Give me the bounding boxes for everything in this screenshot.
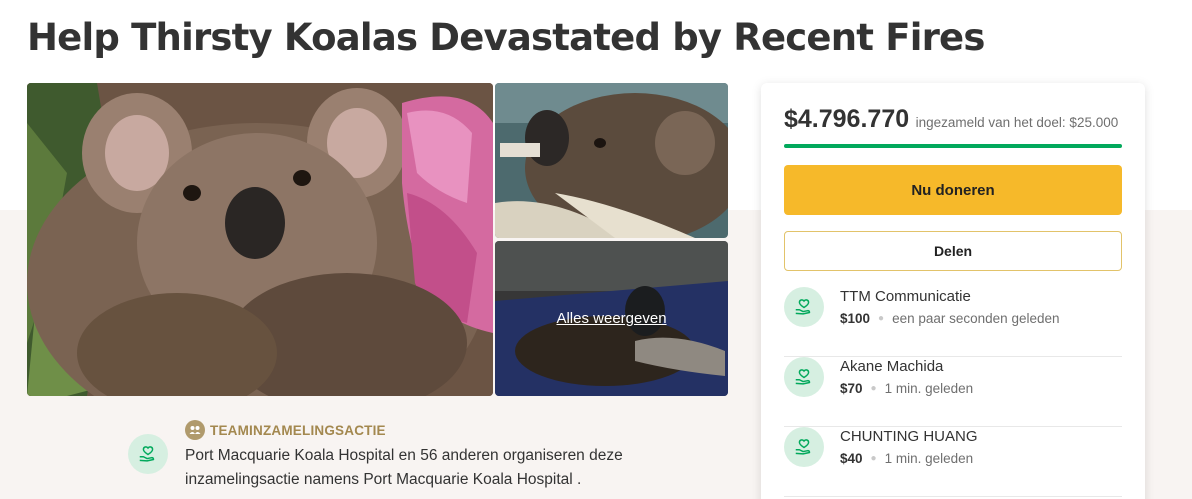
progress-bar <box>784 144 1122 148</box>
amount-raised-row: $4.796.770 ingezameld van het doel: $25.… <box>784 105 1118 134</box>
donor-meta: $40 ● 1 min. geleden <box>840 451 973 466</box>
page-title: Help Thirsty Koalas Devastated by Recent… <box>27 16 985 59</box>
photo-koala-basket[interactable]: Alles weergeven <box>495 241 728 396</box>
heart-hand-icon <box>795 369 811 385</box>
donor-meta: $70 ● 1 min. geleden <box>840 381 973 396</box>
main-photo-koala[interactable] <box>27 83 493 396</box>
heart-hand-icon <box>795 299 811 315</box>
view-all-photos-link[interactable]: Alles weergeven <box>495 241 728 396</box>
koala-drinking-image <box>495 83 728 238</box>
photo-gallery: Alles weergeven <box>27 83 728 396</box>
donate-button[interactable]: Nu doneren <box>784 165 1122 215</box>
heart-hand-icon <box>795 439 811 455</box>
donation-card: $4.796.770 ingezameld van het doel: $25.… <box>761 83 1145 499</box>
amount-raised: $4.796.770 <box>784 105 910 133</box>
donor-time: 1 min. geleden <box>884 381 974 396</box>
donor-amount: $100 <box>840 311 871 326</box>
donor-list-item: TTM Communicatie $100 ● een paar seconden … <box>784 287 1122 357</box>
donor-name: TTM Communicatie <box>840 288 971 305</box>
donor-time: 1 min. geleden <box>884 451 974 466</box>
team-fundraiser-label-row: TEAMINZAMELINGSACTIE <box>185 420 386 440</box>
donor-avatar <box>784 287 824 327</box>
donor-avatar <box>784 357 824 397</box>
separator-dot: ● <box>878 313 885 324</box>
donor-time: een paar seconden geleden <box>892 311 1060 326</box>
koala-closeup-image <box>27 83 493 396</box>
goal-text: ingezameld van het doel: $25.000 <box>915 115 1119 130</box>
organizer-description: Port Macquarie Koala Hospital en 56 ande… <box>185 447 623 488</box>
heart-hand-icon <box>139 446 155 462</box>
team-icon <box>185 420 205 440</box>
donor-meta: $100 ● een paar seconden geleden <box>840 311 1060 326</box>
donor-amount: $70 <box>840 381 863 396</box>
donor-name: Akane Machida <box>840 358 944 375</box>
separator-dot: ● <box>870 383 877 394</box>
team-fundraiser-label: TEAMINZAMELINGSACTIE <box>210 422 386 438</box>
donor-list-item: Akane Machida $70 ● 1 min. geleden <box>784 357 1122 427</box>
separator-dot: ● <box>870 453 877 464</box>
donor-amount: $40 <box>840 451 863 466</box>
donor-list-item: CHUNTING HUANG $40 ● 1 min. geleden <box>784 427 1122 497</box>
donor-name: CHUNTING HUANG <box>840 428 978 445</box>
share-button[interactable]: Delen <box>784 231 1122 271</box>
photo-koala-syringe[interactable] <box>495 83 728 238</box>
progress-bar-fill <box>784 144 1122 148</box>
organizer-avatar <box>128 434 168 474</box>
donor-avatar <box>784 427 824 467</box>
